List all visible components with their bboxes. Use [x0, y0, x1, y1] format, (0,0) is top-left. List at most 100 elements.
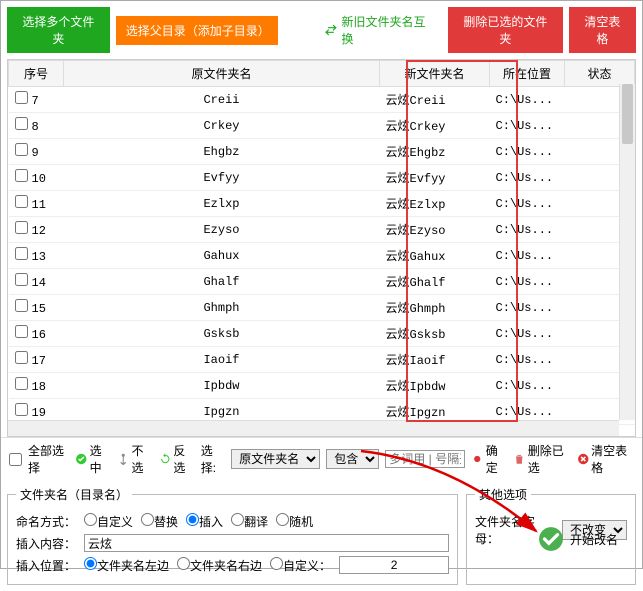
table-row[interactable]: 11Ezlxp云炫EzlxpC:\Us... [9, 191, 635, 217]
mode-translate[interactable]: 翻译 [231, 513, 268, 530]
naming-legend: 文件夹名（目录名） [16, 486, 132, 503]
select-parent-button[interactable]: 选择父目录（添加子目录） [116, 16, 278, 45]
row-checkbox[interactable] [15, 221, 28, 234]
delete-selected-link[interactable]: 删除已选 [513, 442, 570, 476]
contain-select[interactable]: 包含 [326, 449, 379, 469]
table-row[interactable]: 7Creii云炫CreiiC:\Us... [9, 87, 635, 113]
row-checkbox[interactable] [15, 247, 28, 260]
cell-old: Gahux [64, 243, 380, 269]
cell-new: 云炫Creii [380, 87, 490, 113]
vertical-scrollbar[interactable] [619, 84, 635, 420]
confirm-link[interactable]: 确定 [471, 442, 507, 476]
clear-link[interactable]: 清空表格 [577, 442, 634, 476]
row-checkbox[interactable] [15, 91, 28, 104]
insert-content-input[interactable] [84, 534, 449, 552]
table-row[interactable]: 16Gsksb云炫GsksbC:\Us... [9, 321, 635, 347]
table-row[interactable]: 14Ghalf云炫GhalfC:\Us... [9, 269, 635, 295]
table-row[interactable]: 9Ehgbz云炫EhgbzC:\Us... [9, 139, 635, 165]
cell-old: Ezyso [64, 217, 380, 243]
delete-selected-button[interactable]: 删除已选的文件夹 [448, 7, 563, 53]
folder-table: 序号 原文件夹名 新文件夹名 所在位置 状态 7Creii云炫CreiiC:\U… [7, 59, 636, 437]
col-seq[interactable]: 序号 [9, 61, 64, 87]
pos-left[interactable]: 文件夹名左边 [84, 557, 169, 574]
mode-insert[interactable]: 插入 [186, 513, 223, 530]
anchor-icon [117, 452, 129, 466]
mode-label: 命名方式： [16, 513, 76, 530]
mode-random[interactable]: 随机 [276, 513, 313, 530]
cell-new: 云炫Iaoif [380, 347, 490, 373]
select-all-checkbox[interactable]: 全部选择 [9, 442, 69, 476]
swap-names-link[interactable]: 新旧文件夹名互换 [324, 13, 436, 47]
cell-new: 云炫Ghmph [380, 295, 490, 321]
source-select[interactable]: 原文件夹名 [231, 449, 320, 469]
table-row[interactable]: 8Crkey云炫CrkeyC:\Us... [9, 113, 635, 139]
row-checkbox[interactable] [15, 403, 28, 416]
table-row[interactable]: 12Ezyso云炫EzysoC:\Us... [9, 217, 635, 243]
cell-new: 云炫Evfyy [380, 165, 490, 191]
cell-old: Evfyy [64, 165, 380, 191]
start-rename-button[interactable]: 开始改名 [538, 526, 618, 552]
swap-names-label: 新旧文件夹名互换 [342, 13, 437, 47]
row-checkbox[interactable] [15, 117, 28, 130]
mode-custom[interactable]: 自定义 [84, 513, 133, 530]
cell-old: Crkey [64, 113, 380, 139]
select-link[interactable]: 选中 [75, 442, 111, 476]
table-row[interactable]: 18Ipbdw云炫IpbdwC:\Us... [9, 373, 635, 399]
invert-link[interactable]: 反选 [159, 442, 195, 476]
row-checkbox[interactable] [15, 143, 28, 156]
unselect-link[interactable]: 不选 [117, 442, 153, 476]
table-row[interactable]: 17Iaoif云炫IaoifC:\Us... [9, 347, 635, 373]
cell-path: C:\Us... [490, 113, 565, 139]
pos-right[interactable]: 文件夹名右边 [177, 557, 262, 574]
other-legend: 其他选项 [475, 486, 531, 503]
close-icon [577, 452, 590, 466]
table-row[interactable]: 13Gahux云炫GahuxC:\Us... [9, 243, 635, 269]
cell-old: Ghmph [64, 295, 380, 321]
naming-panel: 文件夹名（目录名） 命名方式： 自定义 替换 插入 翻译 随机 插入内容： 插入… [7, 486, 458, 585]
table-row[interactable]: 10Evfyy云炫EvfyyC:\Us... [9, 165, 635, 191]
start-rename-label: 开始改名 [570, 531, 618, 548]
cell-new: 云炫Gahux [380, 243, 490, 269]
row-checkbox[interactable] [15, 377, 28, 390]
row-checkbox[interactable] [15, 169, 28, 182]
clear-table-button[interactable]: 清空表格 [569, 7, 636, 53]
cell-new: 云炫Ghalf [380, 269, 490, 295]
select-folders-button[interactable]: 选择多个文件夹 [7, 7, 110, 53]
row-checkbox[interactable] [15, 299, 28, 312]
choose-label: 选择: [201, 442, 226, 476]
filter-input[interactable] [385, 450, 465, 468]
col-old[interactable]: 原文件夹名 [64, 61, 380, 87]
cell-path: C:\Us... [490, 321, 565, 347]
cell-path: C:\Us... [490, 373, 565, 399]
invert-icon [159, 452, 171, 466]
mode-replace[interactable]: 替换 [141, 513, 178, 530]
cell-new: 云炫Ipbdw [380, 373, 490, 399]
pos-custom-input[interactable] [339, 556, 449, 574]
cell-path: C:\Us... [490, 347, 565, 373]
cell-path: C:\Us... [490, 243, 565, 269]
horizontal-scrollbar[interactable] [8, 420, 619, 436]
table-row[interactable]: 15Ghmph云炫GhmphC:\Us... [9, 295, 635, 321]
insert-label: 插入内容： [16, 535, 76, 552]
row-checkbox[interactable] [15, 351, 28, 364]
cell-new: 云炫Ehgbz [380, 139, 490, 165]
dot-icon [471, 452, 483, 466]
cell-old: Iaoif [64, 347, 380, 373]
cell-old: Ehgbz [64, 139, 380, 165]
check-icon [75, 452, 87, 466]
row-checkbox[interactable] [15, 273, 28, 286]
col-new[interactable]: 新文件夹名 [380, 61, 490, 87]
cell-path: C:\Us... [490, 87, 565, 113]
row-checkbox[interactable] [15, 195, 28, 208]
swap-icon [324, 23, 338, 37]
cell-old: Gsksb [64, 321, 380, 347]
cell-new: 云炫Gsksb [380, 321, 490, 347]
check-circle-icon [538, 526, 564, 552]
row-checkbox[interactable] [15, 325, 28, 338]
pos-custom[interactable]: 自定义： [270, 557, 331, 574]
col-path[interactable]: 所在位置 [490, 61, 565, 87]
cell-path: C:\Us... [490, 295, 565, 321]
cell-old: Ezlxp [64, 191, 380, 217]
cell-old: Creii [64, 87, 380, 113]
col-status[interactable]: 状态 [565, 61, 635, 87]
